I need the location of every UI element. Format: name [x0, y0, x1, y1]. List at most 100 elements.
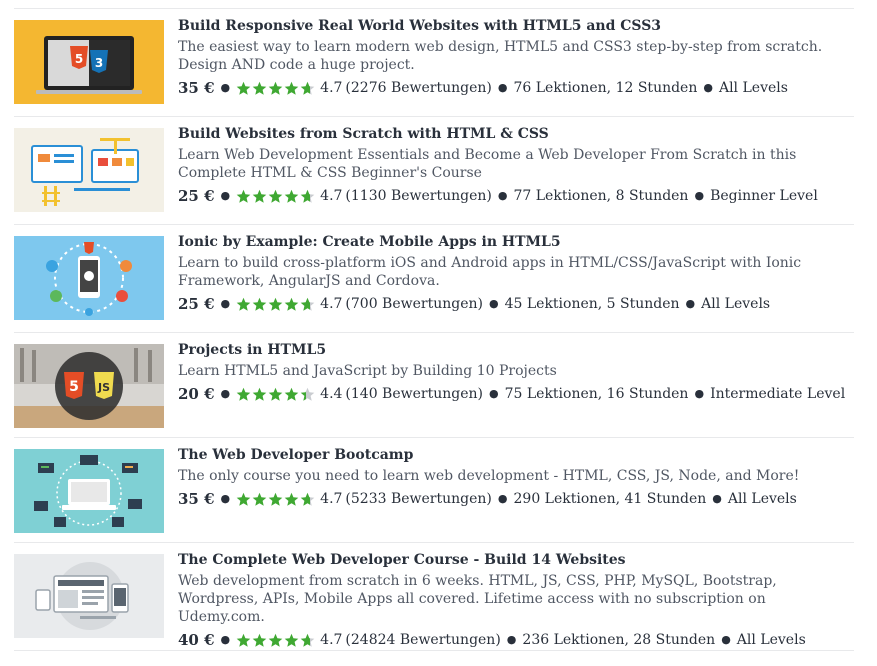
separator-dot: ● — [488, 297, 499, 310]
star-icon — [236, 297, 251, 311]
course-title[interactable]: Projects in HTML5 — [178, 341, 850, 360]
lecture-info: 45 Lektionen, 5 Stunden — [504, 296, 680, 312]
star-icon — [300, 492, 315, 506]
course-thumbnail[interactable] — [14, 449, 164, 533]
html5-css3-laptop-icon: 5 3 — [14, 20, 164, 104]
course-headline: Web development from scratch in 6 weeks.… — [178, 573, 777, 625]
separator-dot: ● — [712, 492, 722, 505]
course-headline: The only course you need to learn web de… — [178, 468, 800, 484]
star-icon — [300, 633, 315, 647]
course-meta: 40 € ● 4.7 (24824 Bewertungen) ● 236 Lek… — [178, 630, 850, 650]
course-title[interactable]: Ionic by Example: Create Mobile Apps in … — [178, 233, 850, 252]
lecture-info: 75 Lektionen, 16 Stunden — [504, 386, 689, 402]
course-meta: 35 € ● 4.7 (5233 Bewertungen) ● 290 Lekt… — [178, 489, 850, 509]
separator-dot: ● — [694, 189, 705, 202]
course-price: 20 € — [178, 385, 215, 403]
star-rating — [236, 492, 316, 507]
star-icon — [284, 387, 299, 401]
separator-dot: ● — [220, 297, 231, 310]
separator-dot: ● — [506, 633, 517, 646]
html5-js-badge-icon: 5 JS — [14, 344, 164, 428]
course-card[interactable]: Ionic by Example: Create Mobile Apps in … — [14, 225, 854, 333]
rating-value: 4.7 — [320, 632, 343, 648]
rating-value: 4.7 — [320, 80, 343, 96]
star-icon — [284, 297, 299, 311]
course-thumbnail[interactable]: 5 JS — [14, 344, 164, 428]
course-price: 35 € — [178, 79, 215, 97]
rating-value: 4.7 — [320, 296, 343, 312]
star-icon — [300, 189, 315, 203]
review-count: (24824 Bewertungen) — [345, 632, 501, 648]
star-icon — [236, 81, 251, 95]
course-thumbnail[interactable]: 5 3 — [14, 20, 164, 104]
course-level: All Levels — [727, 491, 797, 507]
star-icon — [284, 189, 299, 203]
rating-value: 4.7 — [320, 188, 343, 204]
star-icon — [268, 297, 283, 311]
course-title[interactable]: Build Websites from Scratch with HTML & … — [178, 125, 850, 144]
course-headline: The easiest way to learn modern web desi… — [178, 39, 823, 73]
course-thumbnail[interactable] — [14, 554, 164, 638]
star-icon — [252, 492, 267, 506]
course-card[interactable]: 5 3 Build Responsive Real World Websites… — [14, 9, 854, 117]
svg-text:5: 5 — [75, 52, 83, 66]
star-icon — [252, 189, 267, 203]
course-price: 25 € — [178, 295, 215, 313]
star-icon — [268, 633, 283, 647]
star-rating — [236, 189, 316, 204]
star-rating — [236, 633, 316, 648]
lecture-info: 290 Lektionen, 41 Stunden — [513, 491, 707, 507]
course-card[interactable]: The Complete Web Developer Course - Buil… — [14, 543, 854, 651]
separator-dot: ● — [497, 492, 508, 505]
review-count: (5233 Bewertungen) — [345, 491, 492, 507]
course-meta: 35 € ● 4.7 (2276 Bewertungen) ● 76 Lekti… — [178, 78, 850, 98]
separator-dot: ● — [220, 387, 231, 400]
course-card[interactable]: Build Websites from Scratch with HTML & … — [14, 117, 854, 225]
svg-text:5: 5 — [69, 379, 79, 395]
web-developer-devices-icon — [14, 554, 164, 638]
course-meta: 20 € ● 4.4 (140 Bewertungen) ● 75 Lektio… — [178, 384, 850, 404]
separator-dot: ● — [721, 633, 731, 646]
star-icon — [252, 297, 267, 311]
lecture-info: 76 Lektionen, 12 Stunden — [513, 80, 698, 96]
lecture-info: 236 Lektionen, 28 Stunden — [522, 632, 716, 648]
course-title[interactable]: The Web Developer Bootcamp — [178, 446, 850, 465]
course-card[interactable]: 5 JS Projects in HTML5 Learn HTML5 and J… — [14, 333, 854, 438]
separator-dot: ● — [497, 81, 508, 94]
course-title[interactable]: The Complete Web Developer Course - Buil… — [178, 551, 850, 570]
website-construction-icon — [14, 128, 164, 212]
rating-value: 4.4 — [320, 386, 343, 402]
course-title[interactable]: Build Responsive Real World Websites wit… — [178, 17, 850, 36]
separator-dot: ● — [685, 297, 696, 310]
course-meta: 25 € ● 4.7 (1130 Bewertungen) ● 77 Lekti… — [178, 186, 850, 206]
separator-dot: ● — [488, 387, 499, 400]
separator-dot: ● — [220, 492, 231, 505]
course-level: Intermediate Level — [710, 386, 846, 402]
review-count: (1130 Bewertungen) — [345, 188, 492, 204]
separator-dot: ● — [694, 387, 705, 400]
course-price: 40 € — [178, 631, 215, 649]
course-card[interactable]: The Web Developer Bootcamp The only cour… — [14, 438, 854, 543]
separator-dot: ● — [703, 81, 713, 94]
star-icon — [268, 81, 283, 95]
star-rating — [236, 387, 316, 402]
course-headline: Learn HTML5 and JavaScript by Building 1… — [178, 363, 557, 379]
star-icon — [236, 492, 251, 506]
course-headline: Learn Web Development Essentials and Bec… — [178, 147, 797, 181]
rating-value: 4.7 — [320, 491, 343, 507]
review-count: (700 Bewertungen) — [345, 296, 483, 312]
course-thumbnail[interactable] — [14, 128, 164, 212]
separator-dot: ● — [220, 81, 231, 94]
course-meta: 25 € ● 4.7 (700 Bewertungen) ● 45 Lektio… — [178, 294, 850, 314]
star-icon — [236, 387, 251, 401]
star-icon — [236, 633, 251, 647]
course-thumbnail[interactable] — [14, 236, 164, 320]
course-level: All Levels — [718, 80, 788, 96]
star-icon — [252, 81, 267, 95]
mobile-apps-icon — [14, 236, 164, 320]
star-icon — [252, 387, 267, 401]
review-count: (2276 Bewertungen) — [345, 80, 492, 96]
course-level: All Levels — [736, 632, 806, 648]
star-icon — [268, 387, 283, 401]
star-icon — [268, 189, 283, 203]
